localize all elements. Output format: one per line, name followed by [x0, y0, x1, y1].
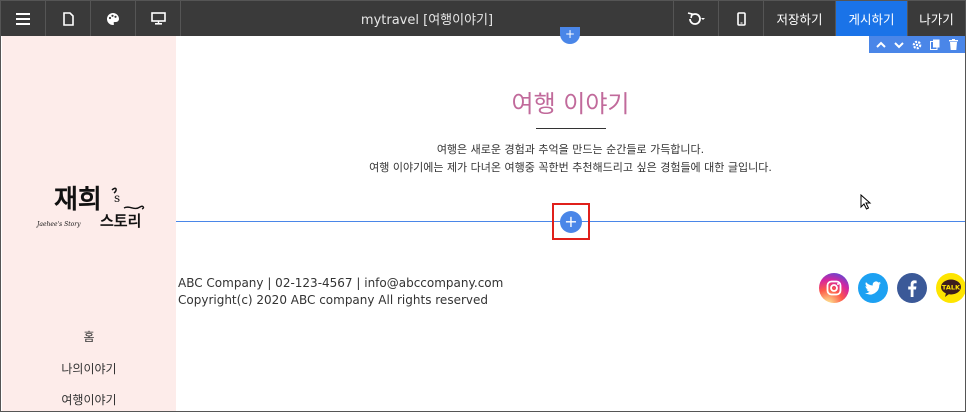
- instagram-icon: [826, 280, 842, 296]
- nav-item-my-story[interactable]: 나의이야기: [2, 360, 176, 377]
- description-line-1: 여행은 새로운 경험과 추억을 만드는 순간들로 가득합니다.: [436, 143, 705, 156]
- gear-icon: [912, 40, 922, 49]
- editor-window: mytravel [여행이야기] 저장하기 게시하기 나가기 재희 s 스토리 …: [0, 0, 966, 412]
- monitor-icon: [150, 12, 166, 25]
- undo-icon: [687, 11, 705, 25]
- description-line-2: 여행 이야기에는 제가 다녀온 여행중 꼭한번 추천해드리고 싶은 경험들에 대…: [369, 161, 772, 174]
- plus-icon: +: [564, 27, 576, 41]
- menu-icon: [16, 12, 30, 25]
- section-settings-button[interactable]: [910, 38, 924, 52]
- twitter-icon: [865, 281, 881, 295]
- kakaotalk-label: TALK: [942, 284, 961, 292]
- sidebar: 재희 s 스토리 Jaehee's Story 홈 나의이야기 여행이야기: [2, 36, 176, 411]
- kakaotalk-link[interactable]: TALK: [936, 273, 965, 303]
- top-toolbar: mytravel [여행이야기] 저장하기 게시하기 나가기: [1, 1, 965, 36]
- title-divider: [536, 128, 606, 129]
- desktop-view-button[interactable]: [136, 1, 181, 36]
- svg-text:스토리: 스토리: [100, 212, 141, 230]
- page-button[interactable]: [46, 1, 91, 36]
- mobile-icon: [736, 11, 746, 26]
- page-description: 여행은 새로운 경험과 추억을 만드는 순간들로 가득합니다. 여행 이야기에는…: [176, 141, 965, 177]
- menu-button[interactable]: [1, 1, 46, 36]
- move-up-button[interactable]: [874, 38, 888, 52]
- footer-contact: ABC Company | 02-123-4567 | info@abccomp…: [178, 276, 504, 290]
- palette-icon: [107, 12, 119, 25]
- design-button[interactable]: [91, 1, 136, 36]
- svg-text:재희: 재희: [54, 185, 102, 215]
- undo-button[interactable]: [673, 1, 718, 36]
- site-title: mytravel [여행이야기]: [360, 13, 494, 28]
- save-button[interactable]: 저장하기: [763, 1, 835, 36]
- twitter-link[interactable]: [858, 273, 888, 303]
- facebook-link[interactable]: [897, 273, 927, 303]
- plus-icon: +: [564, 211, 578, 231]
- publish-button[interactable]: 게시하기: [835, 1, 907, 36]
- footer-copyright: Copyright(c) 2020 ABC company All rights…: [178, 293, 488, 307]
- move-down-button[interactable]: [892, 38, 906, 52]
- chevron-up-icon: [876, 41, 886, 48]
- mouse-cursor-icon: [860, 194, 872, 210]
- page-icon: [62, 11, 74, 26]
- add-section-top-button[interactable]: +: [560, 27, 580, 44]
- chevron-down-icon: [894, 41, 904, 48]
- facebook-icon: [908, 279, 917, 297]
- main-content: + 여행 이야기 여행은 새로운 경험과 추억을 만드는 순간들로 가득합니다.…: [176, 27, 965, 411]
- add-section-highlight: +: [552, 203, 590, 240]
- trash-icon: [948, 39, 958, 50]
- nav-item-home[interactable]: 홈: [2, 328, 176, 345]
- site-logo[interactable]: 재희 s 스토리 Jaehee's Story: [32, 176, 152, 236]
- copy-section-button[interactable]: [928, 38, 942, 52]
- section-toolbar: [869, 36, 965, 53]
- delete-section-button[interactable]: [946, 38, 960, 52]
- add-section-button[interactable]: +: [560, 210, 582, 233]
- footer-info: ABC Company | 02-123-4567 | info@abccomp…: [178, 275, 503, 309]
- kakaotalk-icon: TALK: [941, 279, 961, 297]
- svg-text:Jaehee's Story: Jaehee's Story: [35, 221, 81, 228]
- exit-button[interactable]: 나가기: [907, 1, 965, 36]
- page-title: 여행 이야기: [511, 90, 630, 118]
- instagram-link[interactable]: [819, 273, 849, 303]
- mobile-view-button[interactable]: [718, 1, 763, 36]
- nav-item-travel-story[interactable]: 여행이야기: [2, 391, 176, 408]
- copy-icon: [930, 39, 940, 50]
